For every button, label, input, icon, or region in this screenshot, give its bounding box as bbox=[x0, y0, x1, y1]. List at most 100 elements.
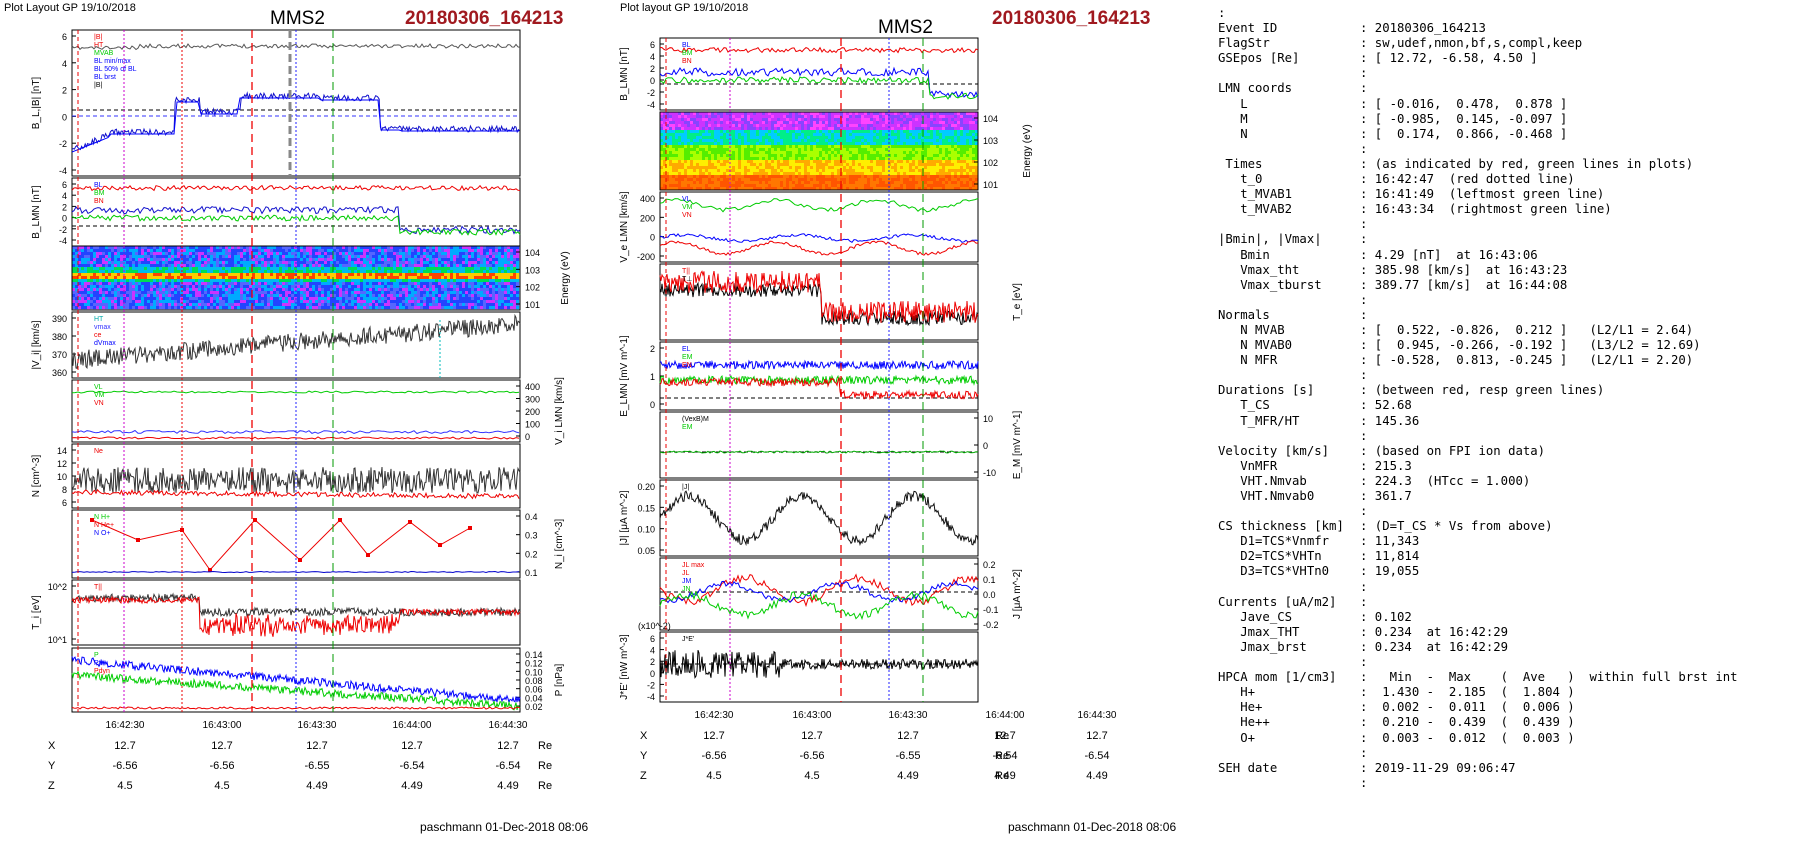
spectrogram-cell bbox=[405, 264, 409, 268]
spectrogram-cell bbox=[327, 297, 331, 301]
spectrogram-cell bbox=[696, 157, 700, 161]
spectrogram-cell bbox=[402, 270, 406, 274]
spectrogram-cell bbox=[321, 297, 325, 301]
spectrogram-cell bbox=[216, 282, 220, 286]
spectrogram-cell bbox=[282, 294, 286, 298]
spectrogram-cell bbox=[264, 279, 268, 283]
spectrogram-cell bbox=[513, 303, 517, 307]
spectrogram-cell bbox=[741, 151, 745, 155]
spectrogram-cell bbox=[504, 267, 508, 271]
spectrogram-cell bbox=[105, 288, 109, 292]
spectrogram-cell bbox=[732, 157, 736, 161]
spectrogram-cell bbox=[432, 276, 436, 280]
spectrogram-cell bbox=[843, 148, 847, 152]
spectrogram-cell bbox=[759, 142, 763, 146]
y-tick-label: 0.3 bbox=[525, 531, 538, 541]
spectrogram-cell bbox=[516, 288, 520, 292]
spectrogram-cell bbox=[321, 288, 325, 292]
spectrogram-cell bbox=[162, 306, 166, 310]
spectrogram-cell bbox=[312, 267, 316, 271]
spectrogram-cell bbox=[768, 160, 772, 164]
spectrogram-cell bbox=[366, 270, 370, 274]
spectrogram-cell bbox=[717, 121, 721, 125]
spectrogram-cell bbox=[822, 133, 826, 137]
spectrogram-cell bbox=[177, 276, 181, 280]
spectrogram-cell bbox=[711, 139, 715, 143]
spectrogram-cell bbox=[714, 121, 718, 125]
spectrogram-cell bbox=[816, 169, 820, 173]
spectrogram-cell bbox=[735, 157, 739, 161]
spectrogram-cell bbox=[732, 148, 736, 152]
spectrogram-cell bbox=[825, 130, 829, 134]
spectrogram-cell bbox=[198, 264, 202, 268]
spectrogram-cell bbox=[207, 252, 211, 256]
spectrogram-cell bbox=[474, 264, 478, 268]
spectrogram-cell bbox=[363, 276, 367, 280]
spectrogram-cell bbox=[684, 127, 688, 131]
spectrogram-cell bbox=[291, 249, 295, 253]
spectrogram-cell bbox=[822, 166, 826, 170]
spectrogram-cell bbox=[408, 300, 412, 304]
spectrogram-cell bbox=[834, 145, 838, 149]
spectrogram-cell bbox=[210, 279, 214, 283]
spectrogram-cell bbox=[198, 258, 202, 262]
spectrogram-cell bbox=[237, 270, 241, 274]
spectrogram-cell bbox=[393, 288, 397, 292]
spectrogram-cell bbox=[351, 294, 355, 298]
spectrogram-cell bbox=[264, 252, 268, 256]
spectrogram-cell bbox=[837, 166, 841, 170]
spectrogram-cell bbox=[744, 181, 748, 185]
spectrogram-cell bbox=[165, 285, 169, 289]
spectrogram-cell bbox=[291, 255, 295, 259]
spectrogram-cell bbox=[411, 300, 415, 304]
spectrogram-cell bbox=[405, 252, 409, 256]
spectrogram-cell bbox=[321, 252, 325, 256]
y-tick-label: 100 bbox=[525, 420, 540, 430]
spectrogram-cell bbox=[360, 297, 364, 301]
spectrogram-cell bbox=[390, 300, 394, 304]
spectrogram-cell bbox=[324, 273, 328, 277]
spectrogram-cell bbox=[264, 273, 268, 277]
spectrogram-cell bbox=[450, 285, 454, 289]
spectrogram-cell bbox=[759, 154, 763, 158]
spectrogram-cell bbox=[756, 175, 760, 179]
spectrogram-cell bbox=[246, 267, 250, 271]
spectrogram-cell bbox=[150, 282, 154, 286]
spectrogram-cell bbox=[768, 133, 772, 137]
spectrogram-cell bbox=[750, 169, 754, 173]
spectrogram-cell bbox=[177, 291, 181, 295]
spectrogram-cell bbox=[168, 270, 172, 274]
spectrogram-cell bbox=[768, 163, 772, 167]
spectrogram-cell bbox=[786, 124, 790, 128]
spectrogram-cell bbox=[141, 303, 145, 307]
spectrogram-cell bbox=[126, 252, 130, 256]
spectrogram-cell bbox=[378, 291, 382, 295]
spectrogram-cell bbox=[213, 279, 217, 283]
spectrogram-cell bbox=[795, 148, 799, 152]
spectrogram-cell bbox=[708, 127, 712, 131]
spectrogram-cell bbox=[459, 258, 463, 262]
coord-unit: Re bbox=[538, 780, 552, 792]
spectrogram-cell bbox=[105, 258, 109, 262]
spectrogram-cell bbox=[378, 258, 382, 262]
spectrogram-cell bbox=[702, 139, 706, 143]
spectrogram-cell bbox=[492, 267, 496, 271]
spectrogram-cell bbox=[693, 133, 697, 137]
spectrogram-cell bbox=[174, 255, 178, 259]
spectrogram-cell bbox=[780, 133, 784, 137]
spectrogram-cell bbox=[774, 115, 778, 119]
spectrogram-cell bbox=[750, 118, 754, 122]
spectrogram-cell bbox=[96, 282, 100, 286]
spectrogram-cell bbox=[381, 288, 385, 292]
spectrogram-cell bbox=[720, 151, 724, 155]
spectrogram-cell bbox=[459, 288, 463, 292]
spectrogram-cell bbox=[189, 261, 193, 265]
spectrogram-cell bbox=[702, 151, 706, 155]
spectrogram-cell bbox=[690, 124, 694, 128]
spectrogram-cell bbox=[492, 279, 496, 283]
spectrogram-cell bbox=[306, 249, 310, 253]
spectrogram-cell bbox=[153, 261, 157, 265]
spectrogram-cell bbox=[168, 267, 172, 271]
spectrogram-cell bbox=[843, 157, 847, 161]
y-tick-label: 0.1 bbox=[525, 568, 538, 578]
